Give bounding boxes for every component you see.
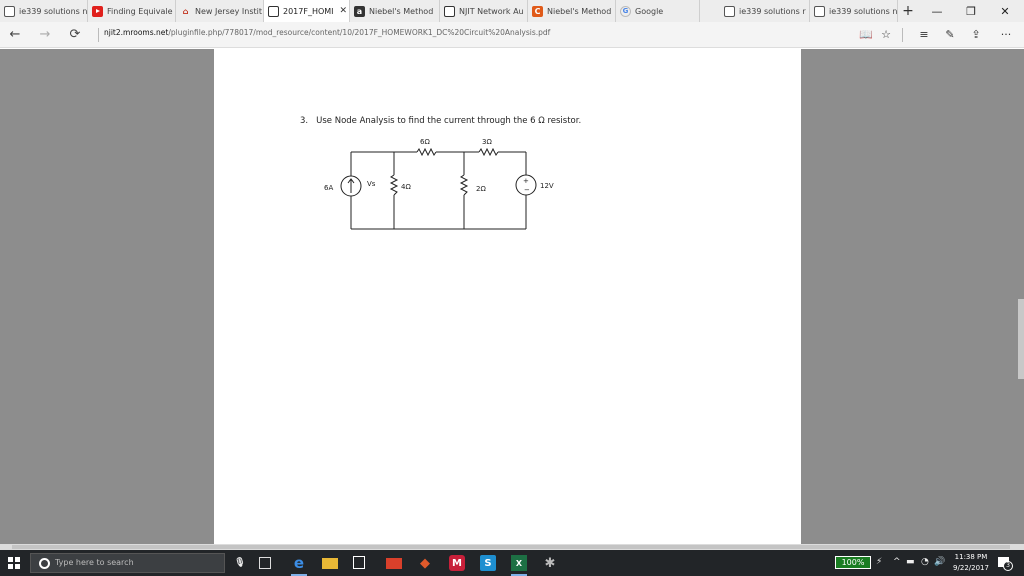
cortana-icon: [39, 558, 50, 569]
clock-time: 11:38 PM: [954, 553, 988, 561]
voltage-source-minus: −: [524, 186, 530, 194]
resistor-3ohm: [478, 147, 499, 157]
current-source-arrow: [347, 178, 355, 193]
tab-label: Niebel's Method: [547, 6, 612, 16]
tab-label: NJIT Network Au: [459, 6, 524, 16]
pdf-page: 3. Use Node Analysis to find the current …: [214, 49, 801, 544]
resistor-6ohm: [416, 147, 437, 157]
label-2ohm: 2Ω: [476, 185, 486, 193]
action-center-icon[interactable]: [998, 557, 1013, 571]
address-field[interactable]: njit2.mrooms.net/pluginfile.php/778017/m…: [104, 28, 550, 37]
share-icon[interactable]: ⇪: [966, 26, 986, 44]
label-12v: 12V: [540, 182, 554, 190]
url-path: /pluginfile.php/778017/mod_resource/cont…: [168, 28, 551, 37]
show-hidden-icons-chevron[interactable]: ^: [893, 557, 901, 567]
tab-ie339-solutions-2[interactable]: ie339 solutions r: [720, 0, 810, 22]
game-icon[interactable]: ✱: [542, 555, 558, 571]
tab-label: 2017F_HOMI: [283, 6, 334, 16]
clock-date: 9/22/2017: [953, 564, 989, 572]
chegg-icon: C: [532, 5, 543, 17]
label-3ohm: 3Ω: [482, 138, 492, 146]
tab-label: Finding Equivale: [107, 6, 173, 16]
pdf-viewer: 3. Use Node Analysis to find the current …: [0, 49, 1024, 544]
reading-view-icon[interactable]: 📖: [856, 26, 876, 44]
tab-label: ie339 solutions r: [739, 6, 806, 16]
taskbar: Type here to search 🎙 e ◆ M S X ✱ 100% ⚡…: [0, 550, 1024, 576]
app-icon[interactable]: ◆: [417, 555, 433, 571]
task-view-icon[interactable]: [259, 557, 271, 569]
skype-icon[interactable]: S: [480, 555, 496, 571]
volume-icon[interactable]: 🔊: [934, 557, 945, 567]
microphone-icon[interactable]: 🎙: [232, 555, 248, 571]
label-4ohm: 4Ω: [401, 183, 411, 191]
search-placeholder: Type here to search: [55, 558, 134, 567]
voltage-source-plus: +: [523, 177, 529, 185]
vertical-scrollbar[interactable]: [1016, 49, 1024, 544]
label-vs: Vs: [367, 180, 376, 188]
refresh-button[interactable]: ⟳: [64, 26, 86, 44]
document-icon: [814, 5, 825, 17]
amazon-icon: a: [354, 5, 365, 17]
maximize-button[interactable]: ❐: [954, 0, 988, 22]
excel-icon[interactable]: X: [511, 555, 527, 576]
navigation-bar: ← → ⟳ njit2.mrooms.net/pluginfile.php/77…: [0, 22, 1024, 48]
circuit-diagram: + − 6Ω 3Ω 6A Vs 4Ω 2Ω 12V: [324, 138, 554, 230]
tab-njit-network-auth[interactable]: NJIT Network Au: [440, 0, 528, 22]
file-explorer-icon[interactable]: [322, 558, 338, 569]
tab-google[interactable]: G Google: [616, 0, 700, 22]
forward-button[interactable]: →: [34, 26, 56, 44]
close-window-button[interactable]: ✕: [988, 0, 1022, 22]
tab-finding-equivalent[interactable]: Finding Equivale: [88, 0, 176, 22]
favorite-star-icon[interactable]: ☆: [876, 26, 896, 44]
tab-label: ie339 solutions n: [19, 6, 88, 16]
edge-icon[interactable]: e: [291, 554, 307, 576]
new-tab-button[interactable]: +: [898, 3, 918, 19]
divider: [98, 28, 99, 42]
taskbar-search[interactable]: Type here to search: [30, 553, 225, 573]
tab-label: Niebel's Method: [369, 6, 434, 16]
label-6ohm: 6Ω: [420, 138, 430, 146]
system-clock[interactable]: 11:38 PM 9/22/2017: [950, 552, 992, 574]
mail-icon[interactable]: [386, 558, 402, 569]
tab-niebels-method-chegg[interactable]: C Niebel's Method: [528, 0, 616, 22]
url-host: njit2.mrooms.net: [104, 28, 169, 37]
hub-icon[interactable]: ≡: [914, 26, 934, 44]
tab-2017f-homework[interactable]: 2017F_HOMI ✕: [264, 0, 350, 22]
tab-ie339-solutions-3[interactable]: ie339 solutions n: [810, 0, 898, 22]
tab-strip: ie339 solutions n Finding Equivale ⌂ New…: [0, 0, 1024, 22]
divider: [902, 28, 903, 42]
document-icon: [4, 5, 15, 17]
page-icon: [444, 5, 455, 17]
store-icon[interactable]: [353, 556, 365, 569]
minimize-button[interactable]: —: [920, 0, 954, 22]
tab-niebels-method-amazon[interactable]: a Niebel's Method: [350, 0, 440, 22]
close-tab-icon[interactable]: ✕: [340, 6, 348, 16]
wifi-icon[interactable]: ◔: [921, 557, 929, 567]
tab-label: ie339 solutions n: [829, 6, 898, 16]
google-icon: G: [620, 5, 631, 17]
scrollbar-thumb[interactable]: [1018, 299, 1024, 379]
battery-icon[interactable]: ▬: [906, 557, 915, 567]
power-icon[interactable]: ⚡: [876, 557, 882, 567]
njit-icon: ⌂: [182, 6, 189, 16]
back-button[interactable]: ←: [4, 26, 26, 44]
mcafee-icon[interactable]: M: [449, 555, 465, 571]
resistor-4ohm: [389, 174, 399, 196]
youtube-icon: [92, 5, 103, 17]
battery-indicator[interactable]: 100%: [835, 556, 871, 569]
tab-ie339-solutions-1[interactable]: ie339 solutions n: [0, 0, 88, 22]
more-icon[interactable]: ···: [996, 26, 1016, 44]
tab-label: New Jersey Instit: [195, 6, 263, 16]
tab-new-jersey-institute[interactable]: ⌂ New Jersey Instit: [176, 0, 264, 22]
tab-label: Google: [635, 6, 664, 16]
web-note-icon[interactable]: ✎: [940, 26, 960, 44]
windows-start-icon[interactable]: [8, 557, 20, 569]
label-6a: 6A: [324, 184, 333, 192]
resistor-2ohm: [459, 174, 469, 196]
document-icon: [724, 5, 735, 17]
page-icon: [268, 5, 279, 17]
